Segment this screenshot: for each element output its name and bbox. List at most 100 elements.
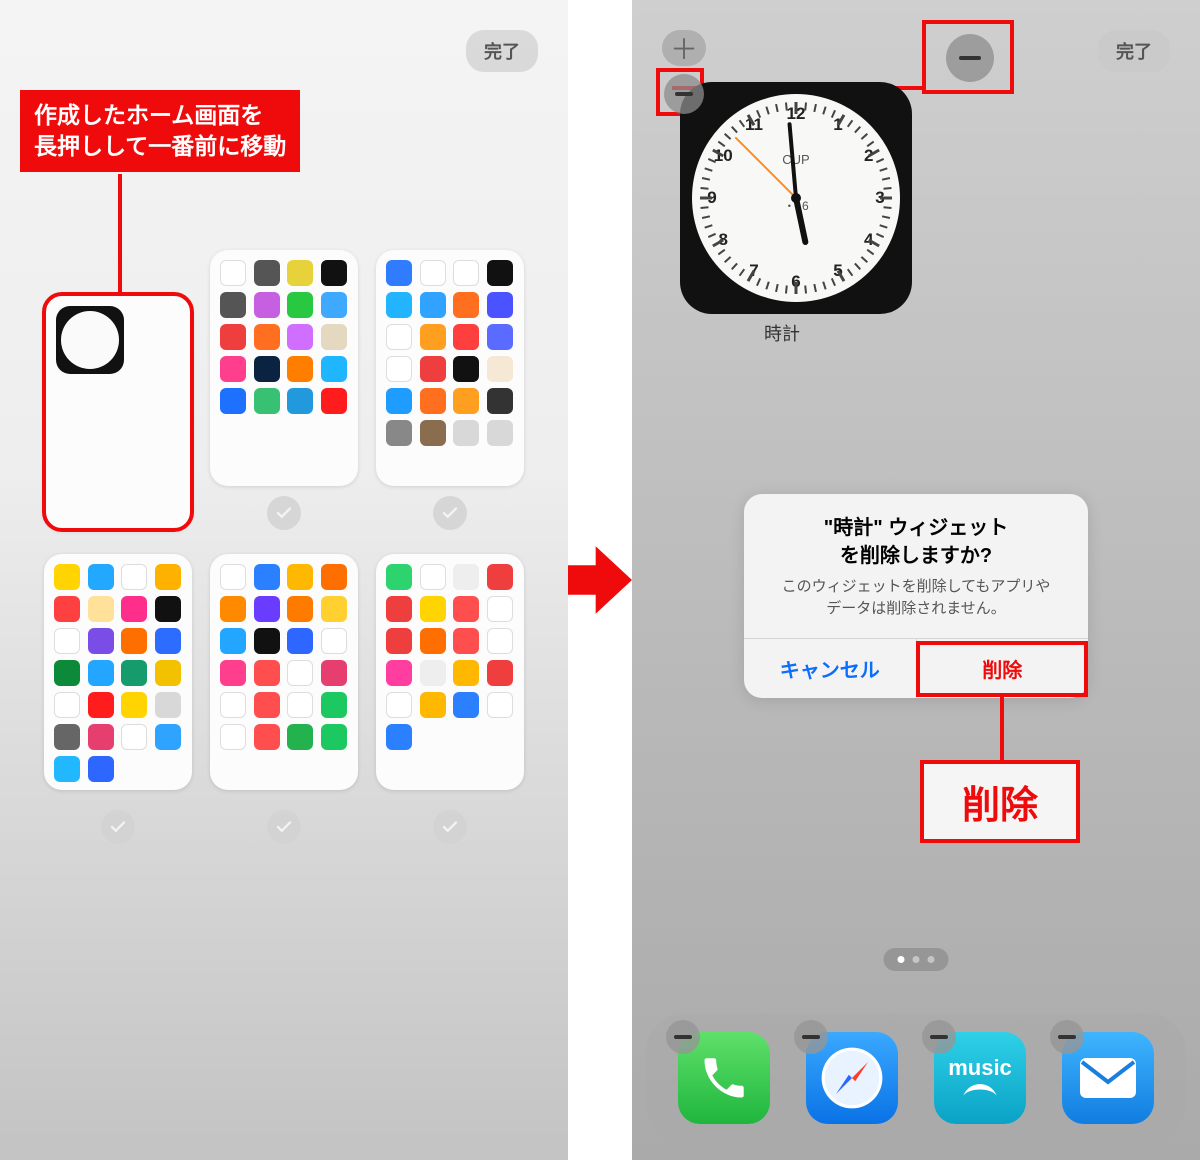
home-page-thumb-2[interactable] xyxy=(210,250,358,486)
app-icon xyxy=(420,388,446,414)
clock-tick xyxy=(854,263,861,270)
home-page-thumb-1[interactable] xyxy=(44,294,192,530)
clock-tick xyxy=(813,104,817,112)
page-visible-check-3[interactable] xyxy=(433,496,467,530)
page-visible-check-4[interactable] xyxy=(101,810,135,844)
clock-tick xyxy=(804,102,807,110)
app-icon xyxy=(254,356,280,382)
page-visible-check-5[interactable] xyxy=(267,810,301,844)
clock-hand-sec xyxy=(734,136,796,198)
done-button-right[interactable]: 完了 xyxy=(1098,30,1170,72)
app-icon xyxy=(420,356,446,382)
callout-line2: 長押しして一番前に移動 xyxy=(34,133,286,159)
app-icon xyxy=(88,660,114,686)
page-visible-check-2[interactable] xyxy=(267,496,301,530)
minus-icon xyxy=(675,92,693,96)
widget-label: 時計 xyxy=(764,320,800,346)
page-indicator[interactable] xyxy=(884,948,949,971)
home-page-thumb-5[interactable] xyxy=(210,554,358,790)
remove-badge[interactable] xyxy=(794,1020,828,1054)
page3-icons xyxy=(386,260,514,446)
dock-app-safari[interactable] xyxy=(806,1032,898,1124)
page6-icons xyxy=(386,564,514,750)
remove-badge[interactable] xyxy=(1050,1020,1084,1054)
dock-app-mail[interactable] xyxy=(1062,1032,1154,1124)
remove-badge[interactable] xyxy=(922,1020,956,1054)
check-icon xyxy=(109,818,127,836)
app-icon xyxy=(254,388,280,414)
app-icon xyxy=(487,596,513,622)
app-icon xyxy=(420,420,446,446)
app-icon xyxy=(54,724,80,750)
add-widget-button[interactable]: ＋ xyxy=(662,30,706,66)
app-icon xyxy=(88,724,114,750)
app-icon xyxy=(155,564,181,590)
clock-tick xyxy=(822,106,826,114)
clock-tick xyxy=(704,167,712,171)
home-page-thumb-4[interactable] xyxy=(44,554,192,790)
app-icon xyxy=(487,292,513,318)
app-icon xyxy=(254,724,280,750)
page-visible-check-6[interactable] xyxy=(433,810,467,844)
dock-app-phone[interactable] xyxy=(678,1032,770,1124)
app-icon xyxy=(321,356,347,382)
app-icon xyxy=(121,564,147,590)
app-icon xyxy=(453,324,479,350)
page5-icons xyxy=(220,564,348,750)
app-icon xyxy=(287,356,313,382)
app-icon xyxy=(386,324,412,350)
clock-tick xyxy=(879,167,887,171)
clock-widget-thumb xyxy=(56,306,124,374)
clock-tick xyxy=(700,187,708,190)
app-icon xyxy=(155,724,181,750)
dock-app-music[interactable]: music xyxy=(934,1032,1026,1124)
app-icon xyxy=(155,692,181,718)
highlight-delete-button xyxy=(916,641,1088,697)
app-icon xyxy=(487,660,513,686)
app-icon xyxy=(155,660,181,686)
app-icon xyxy=(220,356,246,382)
app-icon xyxy=(321,660,347,686)
app-icon xyxy=(386,692,412,718)
page-thumb-col-3 xyxy=(376,250,524,530)
app-icon xyxy=(453,388,479,414)
app-icon xyxy=(287,660,313,686)
clock-tick xyxy=(854,126,861,133)
home-page-thumb-6[interactable] xyxy=(376,554,524,790)
clock-tick xyxy=(700,197,712,200)
app-icon xyxy=(321,292,347,318)
clock-tick xyxy=(847,120,853,128)
done-button-left[interactable]: 完了 xyxy=(466,30,538,72)
alert-message: このウィジェットを削除してもアプリや データは削除されません。 xyxy=(744,576,1088,638)
clock-tick xyxy=(765,106,769,114)
clock-widget[interactable]: 123456789101112CUP・16 xyxy=(680,82,912,314)
app-icon xyxy=(487,260,513,286)
top-remove-badge[interactable] xyxy=(946,34,994,82)
arrow-right-icon xyxy=(568,540,632,620)
app-icon xyxy=(487,692,513,718)
clock-tick xyxy=(785,285,788,293)
app-icon xyxy=(54,692,80,718)
clock-tick xyxy=(883,187,891,190)
dock: music xyxy=(646,1014,1186,1142)
remove-badge[interactable] xyxy=(666,1020,700,1054)
alert-cancel-button[interactable]: キャンセル xyxy=(744,639,917,698)
app-icon xyxy=(155,628,181,654)
app-icon xyxy=(420,692,446,718)
clock-tick xyxy=(704,224,712,228)
clock-tick xyxy=(861,133,868,140)
clock-tick xyxy=(876,233,884,238)
widget-remove-badge[interactable] xyxy=(664,74,704,114)
clock-tick xyxy=(880,197,892,200)
check-icon xyxy=(275,504,293,522)
app-icon xyxy=(287,724,313,750)
app-icon xyxy=(121,692,147,718)
home-page-thumb-3[interactable] xyxy=(376,250,524,486)
app-icon xyxy=(420,596,446,622)
clock-tick xyxy=(731,263,738,270)
app-icon xyxy=(386,292,412,318)
check-icon xyxy=(275,818,293,836)
app-icon xyxy=(121,596,147,622)
minus-icon xyxy=(1058,1035,1076,1039)
clock-tick xyxy=(883,206,891,209)
